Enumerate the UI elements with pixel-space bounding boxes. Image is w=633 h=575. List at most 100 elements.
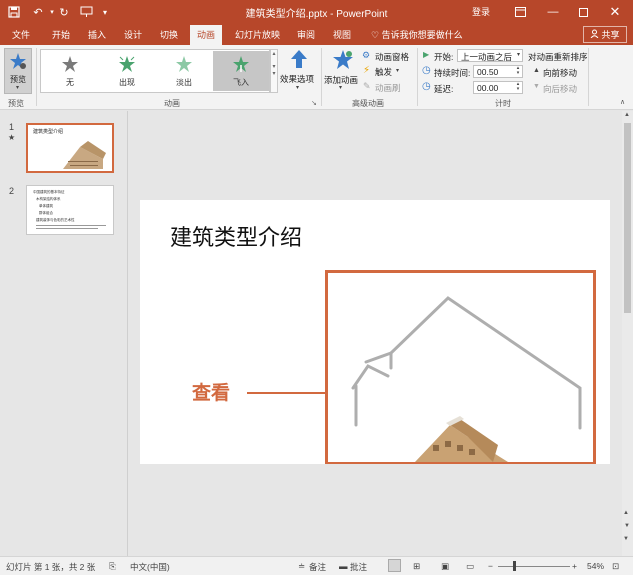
animation-painter-button[interactable]: 动画刷 <box>375 82 401 94</box>
slide-sorter-icon[interactable]: ⊞ <box>413 561 420 572</box>
slides-pane: 1 ★ 建筑类型介绍 2 中国建筑的基本特征 木构架结构体系 单体建筑 群体组合… <box>0 111 128 556</box>
ribbon-display-options-icon[interactable] <box>511 3 529 21</box>
animation-appear[interactable]: 出现 <box>99 51 155 91</box>
animation-appear-label: 出现 <box>119 78 135 87</box>
scroll-thumb[interactable] <box>624 123 631 313</box>
tab-design[interactable]: 设计 <box>124 28 142 41</box>
move-later-icon: ▼ <box>533 83 540 90</box>
scroll-down-icon[interactable]: ▼ <box>624 523 630 529</box>
animation-fly-in-label: 飞入 <box>233 78 249 87</box>
play-icon: ▶ <box>423 50 430 59</box>
animation-pane-icon: ⚙ <box>362 50 371 60</box>
title-bar: ↶ ▾ ↻ ▾ 建筑类型介绍.pptx - PowerPoint 登录 — ✕ <box>0 0 633 24</box>
star-appear-icon <box>118 55 136 75</box>
minimize-icon[interactable]: — <box>544 3 562 21</box>
animation-dialog-launcher-icon[interactable]: ↘ <box>311 99 317 107</box>
tab-transitions[interactable]: 切换 <box>160 28 178 41</box>
maximize-icon[interactable] <box>574 3 592 21</box>
comments-button[interactable]: 批注 <box>350 561 367 573</box>
spellcheck-icon[interactable]: ⎘ <box>109 561 116 572</box>
slide-canvas[interactable]: 建筑类型介绍 查看 <box>140 200 610 464</box>
zoom-in-icon[interactable]: + <box>572 561 577 571</box>
tab-file[interactable]: 文件 <box>12 28 30 41</box>
animation-fade-label: 淡出 <box>176 78 192 87</box>
notes-icon: ≐ <box>298 561 306 571</box>
start-dropdown-icon: ▾ <box>516 52 520 58</box>
trigger-button[interactable]: 触发 <box>375 66 392 78</box>
thumb-text-lines <box>36 228 98 229</box>
notes-button[interactable]: 备注 <box>309 561 326 573</box>
effect-options-button[interactable]: 效果选项 ▾ <box>280 49 318 95</box>
move-earlier-icon: ▲ <box>533 67 540 74</box>
animation-none[interactable]: 无 <box>42 51 98 91</box>
gallery-scroll[interactable]: ▴ ▾ ▾ <box>270 49 278 93</box>
fit-to-window-icon[interactable]: ⊡ <box>612 561 619 572</box>
slideshow-view-icon[interactable]: ▭ <box>466 561 474 572</box>
reorder-title: 对动画重新排序 <box>528 52 588 62</box>
start-dropdown[interactable]: 上一动画之后 ▾ <box>457 49 523 62</box>
preview-dropdown-icon: ▾ <box>16 85 20 91</box>
separator <box>321 48 322 106</box>
collapse-ribbon-icon[interactable]: ∧ <box>620 98 625 106</box>
thumb-line: 建筑装饰与色彩的艺术性 <box>36 218 75 222</box>
prev-slide-icon[interactable]: ▲ <box>623 510 629 516</box>
slide-thumbnail-2[interactable]: 中国建筑的基本特征 木构架结构体系 单体建筑 群体组合 建筑装饰与色彩的艺术性 <box>26 185 114 235</box>
duration-spinner-icon[interactable]: ▴ ▾ <box>514 66 522 77</box>
animation-fade[interactable]: 淡出 <box>156 51 212 91</box>
comments-icon: ▬ <box>339 561 348 571</box>
callout-line[interactable] <box>247 392 325 394</box>
next-slide-icon[interactable]: ▼ <box>623 536 629 542</box>
animation-pane-button[interactable]: 动画窗格 <box>375 51 409 63</box>
normal-view-icon[interactable] <box>388 559 401 572</box>
zoom-slider-thumb[interactable] <box>513 561 516 571</box>
tab-review[interactable]: 审阅 <box>297 28 315 41</box>
delay-input[interactable]: 00.00 ▴ ▾ <box>473 81 523 94</box>
thumb-building-image <box>63 141 106 169</box>
scroll-up-icon[interactable]: ▲ <box>624 112 630 118</box>
lightning-icon: ⚡ <box>363 65 371 76</box>
preview-button[interactable]: 预览 ▾ <box>4 48 32 94</box>
login-link[interactable]: 登录 <box>472 5 490 18</box>
separator <box>588 48 589 106</box>
zoom-slider[interactable] <box>498 566 570 567</box>
zoom-level[interactable]: 54% <box>587 561 604 571</box>
move-earlier-button[interactable]: 向前移动 <box>543 67 577 79</box>
tab-insert[interactable]: 插入 <box>88 28 106 41</box>
language-indicator[interactable]: 中文(中国) <box>130 561 170 573</box>
tab-home[interactable]: 开始 <box>52 28 70 41</box>
tab-animations[interactable]: 动画 <box>190 25 223 45</box>
share-button[interactable]: 共享 <box>583 26 627 43</box>
tab-slideshow[interactable]: 幻灯片放映 <box>235 28 280 41</box>
close-icon[interactable]: ✕ <box>606 3 624 21</box>
thumb-line: 中国建筑的基本特征 <box>33 190 65 194</box>
tell-me-box[interactable]: ♡ 告诉我你想要做什么 <box>371 28 463 41</box>
thumb-title: 建筑类型介绍 <box>33 129 64 135</box>
start-label: 开始: <box>434 52 454 62</box>
add-animation-button[interactable]: 添加动画 ▾ <box>324 49 360 95</box>
slide-number: 1 <box>9 122 15 132</box>
slide-title[interactable]: 建筑类型介绍 <box>170 220 302 252</box>
status-bar: 幻灯片 第 1 张，共 2 张 ⎘ 中文(中国) ≐ 备注 ▬ 批注 ⊞ ▣ ▭… <box>0 556 633 575</box>
star-fade-icon <box>175 55 193 75</box>
duration-label: 持续时间: <box>434 68 471 78</box>
add-animation-star-icon <box>332 49 354 73</box>
timing-group-label: 计时 <box>495 99 511 108</box>
slide-thumbnail-1[interactable]: 建筑类型介绍 <box>26 123 114 173</box>
move-later-button[interactable]: 向后移动 <box>543 83 577 95</box>
animation-none-label: 无 <box>66 78 74 87</box>
delay-spinner-icon[interactable]: ▴ ▾ <box>514 82 522 93</box>
advanced-animation-group-label: 高级动画 <box>352 99 384 108</box>
tab-view[interactable]: 视图 <box>333 28 351 41</box>
lightbulb-icon: ♡ <box>371 30 380 40</box>
duration-input[interactable]: 00.50 ▴ ▾ <box>473 65 523 78</box>
callout-text[interactable]: 查看 <box>192 378 230 405</box>
reading-view-icon[interactable]: ▣ <box>441 561 449 572</box>
vertical-scrollbar[interactable]: ▲ ▲ ▼ ▼ <box>622 111 633 556</box>
slide-info: 幻灯片 第 1 张，共 2 张 <box>6 562 96 572</box>
zoom-out-icon[interactable]: − <box>488 561 493 571</box>
building-image[interactable] <box>325 270 596 464</box>
animation-fly-in[interactable]: 飞入 <box>213 51 269 91</box>
thumb-line: 木构架结构体系 <box>36 197 61 201</box>
start-value: 上一动画之后 <box>461 52 513 62</box>
effect-options-dropdown-icon: ▾ <box>296 85 300 91</box>
